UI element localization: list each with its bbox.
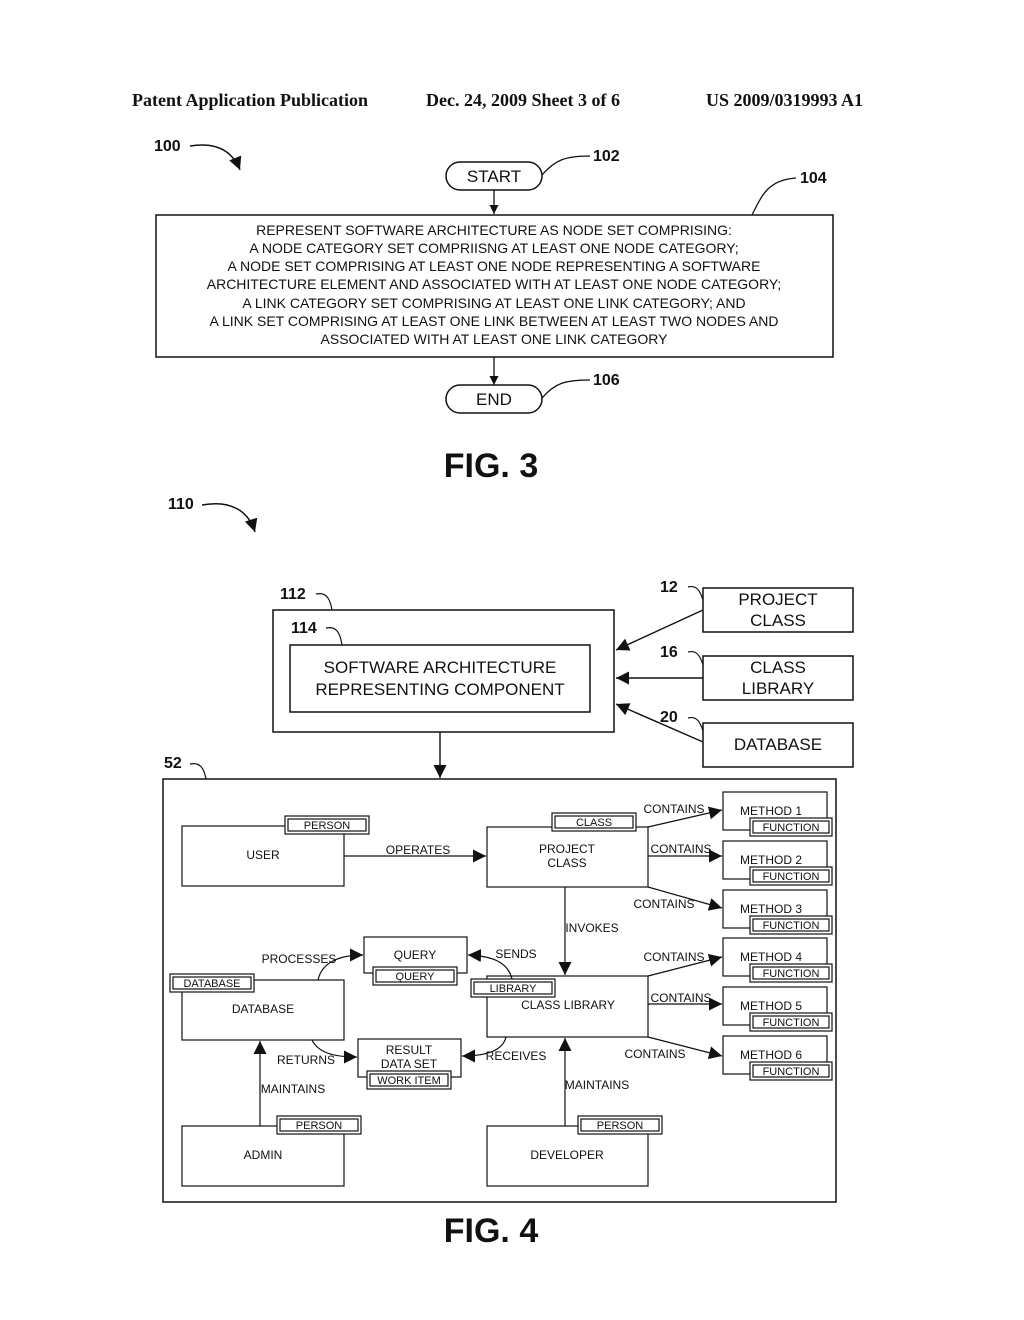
component-line2: REPRESENTING COMPONENT xyxy=(315,680,564,699)
process-line: REPRESENT SOFTWARE ARCHITECTURE AS NODE … xyxy=(256,222,732,238)
node-query-label: QUERY xyxy=(394,948,436,962)
ref-12-leader xyxy=(687,585,704,601)
end-label: END xyxy=(476,390,512,409)
input-class-library-line1: CLASS xyxy=(750,658,806,677)
fig4: 110 112 114 SOFTWARE ARCHITECTURE REPRES… xyxy=(162,496,854,1250)
node-result-line2: DATA SET xyxy=(381,1057,438,1071)
node-user-label: USER xyxy=(246,848,280,862)
link-invokes-label: INVOKES xyxy=(565,921,618,935)
category-tag-label: FUNCTION xyxy=(763,920,820,932)
link-contains-label: CONTAINS xyxy=(643,802,704,816)
category-tag-label: DATABASE xyxy=(183,978,240,990)
fig3: 100 START 102 104 REPRESENT SOFTWARE ARC… xyxy=(154,138,834,485)
ref-100: 100 xyxy=(154,138,181,155)
ref-106: 106 xyxy=(593,372,620,389)
process-line: ARCHITECTURE ELEMENT AND ASSOCIATED WITH… xyxy=(207,276,782,292)
input-project-class-line2: CLASS xyxy=(750,611,806,630)
node-developer-label: DEVELOPER xyxy=(530,1148,604,1162)
ref-12: 12 xyxy=(660,579,678,596)
ref-102: 102 xyxy=(593,148,620,165)
node-class-library-label: CLASS LIBRARY xyxy=(521,998,615,1012)
fig3-caption: FIG. 3 xyxy=(444,447,538,485)
category-tag-label: FUNCTION xyxy=(763,822,820,834)
node-method-label: METHOD 1 xyxy=(740,804,802,818)
node-project-class-line2: CLASS xyxy=(547,856,586,870)
link-processes-label: PROCESSES xyxy=(262,952,337,966)
category-tag-label: PERSON xyxy=(597,1120,644,1132)
ref-104: 104 xyxy=(800,170,827,187)
input-database-line1: DATABASE xyxy=(734,735,822,754)
start-label: START xyxy=(467,167,521,186)
ref-114: 114 xyxy=(291,620,317,637)
node-method-label: METHOD 2 xyxy=(740,853,802,867)
ref-104-leader xyxy=(751,177,797,216)
category-tag-label: CLASS xyxy=(576,817,612,829)
process-line: A LINK SET COMPRISING AT LEAST ONE LINK … xyxy=(210,313,779,329)
process-line: A NODE CATEGORY SET COMPRIISNG AT LEAST … xyxy=(249,240,738,256)
input-project-class-line1: PROJECT xyxy=(738,590,817,609)
ref-52: 52 xyxy=(164,755,182,772)
link-maintains-label: MAINTAINS xyxy=(565,1078,629,1092)
category-tag-label: FUNCTION xyxy=(763,871,820,883)
link-contains-label: CONTAINS xyxy=(650,842,711,856)
process-line: A NODE SET COMPRISING AT LEAST ONE NODE … xyxy=(228,258,761,274)
node-result-line1: RESULT xyxy=(386,1043,433,1057)
link-contains-label: CONTAINS xyxy=(643,950,704,964)
ref-106-leader xyxy=(541,379,591,399)
ref-16: 16 xyxy=(660,644,678,661)
link-receives-label: RECEIVES xyxy=(486,1049,547,1063)
node-method-label: METHOD 4 xyxy=(740,950,802,964)
link-contains-label: CONTAINS xyxy=(633,897,694,911)
category-tag-label: PERSON xyxy=(304,820,351,832)
ref-16-leader xyxy=(687,650,704,666)
ref-110-arrow xyxy=(201,503,258,533)
ref-102-leader xyxy=(541,155,591,176)
link-returns-label: RETURNS xyxy=(277,1053,335,1067)
ref-20-leader xyxy=(687,716,704,732)
fig4-caption: FIG. 4 xyxy=(444,1212,539,1250)
category-tag-label: WORK ITEM xyxy=(377,1075,441,1087)
category-tag-label: FUNCTION xyxy=(763,1066,820,1078)
component-line1: SOFTWARE ARCHITECTURE xyxy=(324,658,557,677)
category-tag-label: FUNCTION xyxy=(763,968,820,980)
node-method-label: METHOD 3 xyxy=(740,902,802,916)
category-tag-label: QUERY xyxy=(396,971,436,983)
node-method-label: METHOD 5 xyxy=(740,999,802,1013)
ref-112-leader xyxy=(315,593,333,611)
node-database-label: DATABASE xyxy=(232,1002,294,1016)
ref-100-arrow xyxy=(189,144,242,171)
link-maintains-label: MAINTAINS xyxy=(261,1082,325,1096)
link-contains-label: CONTAINS xyxy=(624,1047,685,1061)
link-sends-label: SENDS xyxy=(495,947,536,961)
component-box xyxy=(289,644,591,713)
process-line: ASSOCIATED WITH AT LEAST ONE LINK CATEGO… xyxy=(321,331,669,347)
input-class-library-line2: LIBRARY xyxy=(742,679,814,698)
process-text: REPRESENT SOFTWARE ARCHITECTURE AS NODE … xyxy=(207,222,782,347)
process-line: A LINK CATEGORY SET COMPRISING AT LEAST … xyxy=(242,295,745,311)
link-contains-label: CONTAINS xyxy=(650,991,711,1005)
ref-112: 112 xyxy=(280,586,306,603)
category-tag-label: LIBRARY xyxy=(490,983,538,995)
node-admin-label: ADMIN xyxy=(244,1148,283,1162)
ref-110: 110 xyxy=(168,496,194,513)
drawing-sheet: 100 START 102 104 REPRESENT SOFTWARE ARC… xyxy=(154,138,854,1250)
ref-20: 20 xyxy=(660,709,678,726)
link-operates-label: OPERATES xyxy=(386,843,450,857)
category-tag-label: FUNCTION xyxy=(763,1017,820,1029)
ref-52-leader xyxy=(189,763,207,780)
node-method-label: METHOD 6 xyxy=(740,1048,802,1062)
category-tag-label: PERSON xyxy=(296,1120,343,1132)
node-project-class-line1: PROJECT xyxy=(539,842,596,856)
